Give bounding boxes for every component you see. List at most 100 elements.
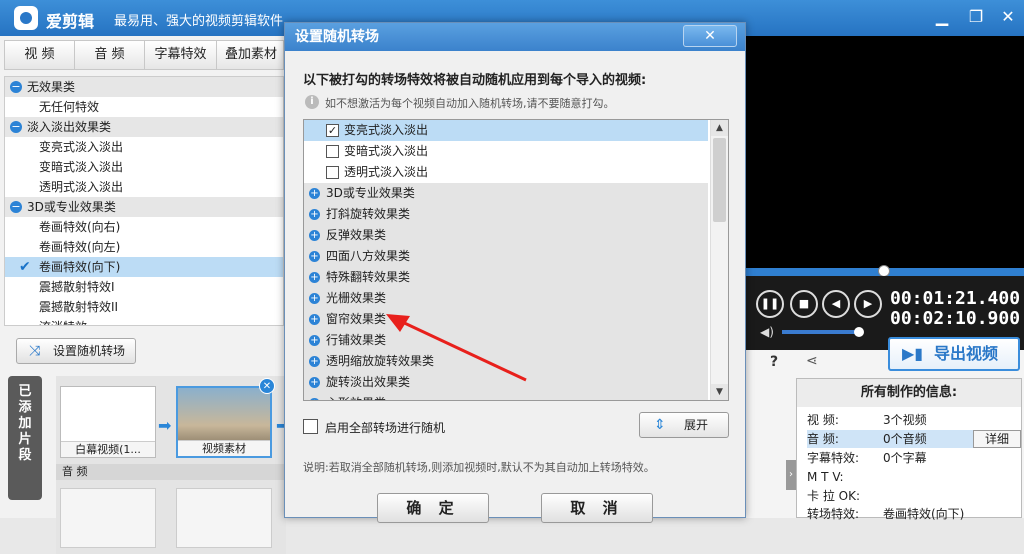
clip-label: 白幕视频(1...: [61, 441, 155, 457]
app-logo-icon: [14, 6, 38, 30]
total-time: 00:02:10.900: [890, 308, 1021, 329]
checkbox[interactable]: [326, 145, 339, 158]
scroll-thumb[interactable]: [713, 138, 726, 222]
effect-item[interactable]: 透明式淡入淡出: [5, 177, 283, 197]
info-label: 音 频:: [807, 432, 839, 446]
detail-button[interactable]: 详细: [973, 430, 1021, 448]
tab-audio[interactable]: 音 频: [75, 41, 145, 69]
volume-slider[interactable]: [782, 330, 860, 334]
export-video-button[interactable]: ▶▮ 导出视频: [888, 337, 1020, 371]
effect-item-selected[interactable]: ✔ 卷画特效(向下): [5, 257, 283, 277]
info-icon: i: [305, 95, 319, 109]
checklist-item[interactable]: ✓ 变亮式淡入淡出: [304, 120, 708, 141]
info-value: 卷画特效(向下): [883, 507, 965, 521]
effect-item[interactable]: 卷画特效(向左): [5, 237, 283, 257]
checklist-label: 变亮式淡入淡出: [344, 123, 429, 137]
effect-item[interactable]: 震撼散射特效I: [5, 277, 283, 297]
info-label: 视 频:: [807, 413, 839, 427]
checklist-category[interactable]: 打斜旋转效果类: [304, 204, 708, 225]
info-label: 卡 拉 OK:: [807, 489, 860, 503]
tab-video[interactable]: 视 频: [5, 41, 75, 69]
info-row-audio: 音 频: 0个音频 详细: [807, 430, 1021, 448]
minimize-icon[interactable]: ▁: [930, 6, 954, 28]
expand-arrows-icon: ⇕: [654, 417, 666, 433]
checklist-category[interactable]: 3D或专业效果类: [304, 183, 708, 204]
dialog-title: 设置随机转场: [285, 23, 745, 51]
dialog-hint: 如不想激活为每个视频自动加入随机转场,请不要随意打勾。: [325, 97, 615, 110]
remove-clip-icon[interactable]: ✕: [259, 378, 275, 394]
collapse-arrow-icon[interactable]: ›: [786, 460, 796, 490]
random-transition-button[interactable]: ⤨ 设置随机转场: [16, 338, 136, 364]
export-video-label: 导出视频: [934, 344, 999, 363]
stop-icon[interactable]: ■: [790, 290, 818, 318]
ok-button[interactable]: 确 定: [377, 493, 489, 523]
checkbox[interactable]: [326, 166, 339, 179]
volume-knob[interactable]: [854, 327, 864, 337]
expand-label: 展开: [684, 418, 709, 432]
production-info-panel: 所有制作的信息: 视 频: 3个视频 音 频: 0个音频 详细 字幕特效: 0个字幕 M…: [796, 378, 1022, 521]
maximize-icon[interactable]: ❐: [964, 6, 988, 28]
clip-label: 视频素材: [178, 440, 270, 456]
dialog-note: 说明:若取消全部随机转场,则添加视频时,默认不为其自动加上转场特效。: [303, 461, 655, 474]
pause-icon[interactable]: ❚❚: [756, 290, 784, 318]
checklist-item[interactable]: 变暗式淡入淡出: [304, 141, 708, 162]
effect-item[interactable]: 流淌特效: [5, 317, 283, 325]
checklist-category[interactable]: 光栅效果类: [304, 288, 708, 309]
scroll-up-icon[interactable]: ▲: [711, 120, 728, 136]
shuffle-icon: ⤨: [29, 343, 41, 359]
scroll-down-icon[interactable]: ▼: [711, 384, 728, 400]
info-row-karaoke: 卡 拉 OK:: [807, 487, 1017, 505]
app-name: 爱剪辑: [46, 12, 95, 31]
checklist-item[interactable]: 透明式淡入淡出: [304, 162, 708, 183]
info-row-video: 视 频: 3个视频: [807, 411, 1017, 429]
checklist-category[interactable]: 特殊翻转效果类: [304, 267, 708, 288]
app-slogan: 最易用、强大的视频剪辑软件: [114, 14, 284, 29]
cancel-button[interactable]: 取 消: [541, 493, 653, 523]
added-clips-label: 已添加片段: [18, 384, 32, 463]
volume-icon[interactable]: ◀): [760, 325, 774, 339]
video-preview[interactable]: [744, 36, 1024, 268]
effect-category[interactable]: 无效果类: [5, 77, 283, 97]
enable-all-label[interactable]: 启用全部转场进行随机: [325, 419, 445, 436]
audio-track-label: 音 频: [56, 464, 286, 480]
tab-overlay[interactable]: 叠加素材: [217, 41, 285, 69]
added-clips-tab[interactable]: 已添加片段: [8, 376, 42, 500]
next-frame-icon[interactable]: ▶: [854, 290, 882, 318]
checkbox-checked[interactable]: ✓: [326, 124, 339, 137]
info-label: 字幕特效:: [807, 451, 860, 465]
checklist-label: 透明式淡入淡出: [344, 165, 429, 179]
clip-thumbnail-selected[interactable]: 视频素材: [176, 386, 272, 458]
effect-item[interactable]: 震撼散射特效II: [5, 297, 283, 317]
current-time: 00:01:21.400: [890, 288, 1021, 309]
previous-frame-icon[interactable]: ◀: [822, 290, 850, 318]
left-tabs: 视 频 音 频 字幕特效 叠加素材: [4, 40, 284, 70]
effect-category[interactable]: 淡入淡出效果类: [5, 117, 283, 137]
effect-category[interactable]: 3D或专业效果类: [5, 197, 283, 217]
checklist-category[interactable]: 四面八方效果类: [304, 246, 708, 267]
effect-item[interactable]: 变暗式淡入淡出: [5, 157, 283, 177]
info-title: 所有制作的信息:: [797, 379, 1021, 407]
info-row-mtv: M T V:: [807, 468, 1017, 486]
info-value: 0个字幕: [883, 451, 927, 465]
expand-button[interactable]: ⇕ 展开: [639, 412, 729, 438]
enable-all-checkbox[interactable]: [303, 419, 318, 434]
audio-slot[interactable]: [176, 488, 272, 548]
dialog-heading: 以下被打勾的转场特效将被自动随机应用到每个导入的视频:: [303, 73, 647, 88]
info-label: M T V:: [807, 470, 844, 484]
effect-item[interactable]: 变亮式淡入淡出: [5, 137, 283, 157]
scrollbar[interactable]: ▲ ▼: [710, 120, 728, 400]
dialog-close-icon[interactable]: ✕: [683, 25, 737, 47]
effect-item[interactable]: 无任何特效: [5, 97, 283, 117]
effect-item[interactable]: 卷画特效(向右): [5, 217, 283, 237]
close-icon[interactable]: ✕: [996, 6, 1020, 28]
left-panel: 视 频 音 频 字幕特效 叠加素材 无效果类 无任何特效 淡入淡出效果类 变亮式…: [0, 36, 289, 554]
share-icon[interactable]: ⋖: [806, 353, 818, 369]
help-icon[interactable]: ?: [770, 354, 778, 370]
checklist-category[interactable]: 反弹效果类: [304, 225, 708, 246]
audio-slot[interactable]: [60, 488, 156, 548]
checklist-label: 变暗式淡入淡出: [344, 144, 429, 158]
clip-thumbnail[interactable]: 白幕视频(1...: [60, 386, 156, 458]
random-transition-label: 设置随机转场: [53, 344, 126, 358]
checklist-category[interactable]: 心形效果类: [304, 393, 708, 400]
tab-subtitle-effects[interactable]: 字幕特效: [145, 41, 217, 69]
